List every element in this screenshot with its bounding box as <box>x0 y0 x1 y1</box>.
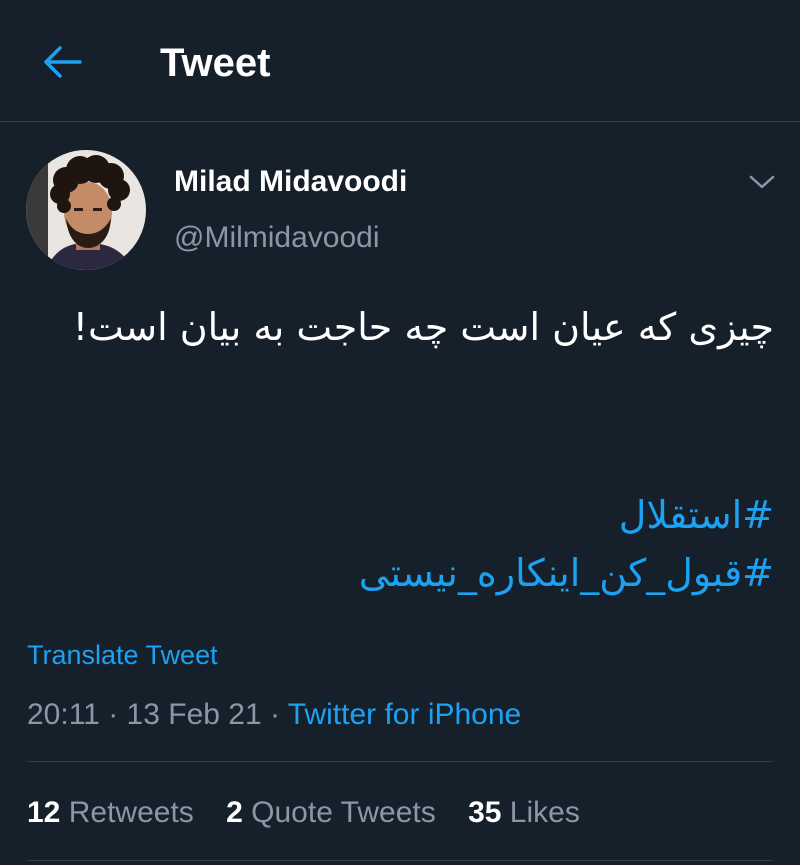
avatar[interactable] <box>26 150 146 270</box>
hashtag-link[interactable]: #قبول_کن_اینکاره_نیستی <box>54 544 774 602</box>
hashtag-link[interactable]: #استقلال <box>54 486 774 544</box>
tweet-date: 13 Feb 21 <box>126 698 262 731</box>
top-bar: Tweet <box>0 0 800 122</box>
tweet-time: 20:11 <box>27 698 100 731</box>
retweets-count: 12 <box>27 796 61 829</box>
meta-separator: · <box>108 698 119 731</box>
page-title: Tweet <box>160 41 271 85</box>
engagement-stats: 12 Retweets 2 Quote Tweets 35 Likes <box>27 794 604 832</box>
retweets-label: Retweets <box>68 796 194 829</box>
retweets-stat[interactable]: 12 Retweets <box>27 794 194 832</box>
hashtag-list: #استقلال #قبول_کن_اینکاره_نیستی <box>54 486 774 602</box>
tweet-text: چیزی که عیان است چه حاجت به بیان است! <box>72 305 774 349</box>
meta-separator: · <box>270 698 280 731</box>
divider <box>27 761 773 762</box>
divider <box>27 860 773 861</box>
likes-stat[interactable]: 35 Likes <box>468 794 580 832</box>
quote-tweets-stat[interactable]: 2 Quote Tweets <box>226 794 436 832</box>
likes-count: 35 <box>468 796 502 829</box>
avatar-image <box>26 150 146 270</box>
tweet-source-link[interactable]: Twitter for iPhone <box>288 698 521 731</box>
back-button[interactable] <box>40 40 84 84</box>
translate-tweet-link[interactable]: Translate Tweet <box>27 638 218 672</box>
author-name[interactable]: Milad Midavoodi <box>174 162 407 202</box>
likes-label: Likes <box>509 796 580 829</box>
arrow-left-icon <box>44 46 82 78</box>
author-handle[interactable]: @Milmidavoodi <box>174 218 380 258</box>
quote-tweets-count: 2 <box>226 796 243 829</box>
quote-tweets-label: Quote Tweets <box>251 796 436 829</box>
tweet-page: Tweet Milad Midavoodi @Milmidavoodi چیزی… <box>0 0 800 865</box>
tweet-options-button[interactable] <box>742 164 782 200</box>
chevron-down-icon <box>749 175 775 189</box>
tweet-metadata: 20:11 · 13 Feb 21 · Twitter for iPhone <box>27 696 521 734</box>
